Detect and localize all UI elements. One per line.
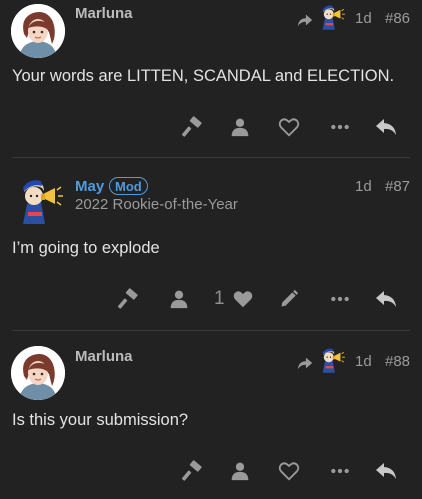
- edit-button[interactable]: [274, 284, 304, 314]
- may-avatar: [316, 345, 346, 375]
- reply-icon: [374, 287, 398, 311]
- hammer-icon: [182, 460, 204, 482]
- user-button[interactable]: [225, 112, 255, 142]
- user-icon: [230, 117, 250, 137]
- ellipsis-icon: [330, 461, 350, 481]
- reply-to-indicator[interactable]: [296, 345, 352, 381]
- ellipsis-icon: [330, 289, 350, 309]
- like-button[interactable]: [274, 456, 304, 486]
- user-button[interactable]: [164, 284, 194, 314]
- post-number[interactable]: #88: [385, 353, 410, 370]
- flag-button[interactable]: [114, 284, 144, 314]
- share-arrow-icon: [296, 354, 314, 372]
- user-icon: [169, 289, 189, 309]
- more-button[interactable]: [325, 112, 355, 142]
- pencil-icon: [279, 289, 299, 309]
- like-button[interactable]: [228, 284, 258, 314]
- post-88: Marluna 1d #88 Is this your submission?: [0, 331, 422, 499]
- post-87: May Mod 2022 Rookie-of-the-Year 1d #87 I…: [0, 158, 422, 330]
- heart-outline-icon: [278, 116, 300, 138]
- more-button[interactable]: [325, 284, 355, 314]
- flag-button[interactable]: [178, 456, 208, 486]
- post-number[interactable]: #87: [385, 178, 410, 195]
- share-arrow-icon: [296, 11, 314, 29]
- avatar[interactable]: [11, 174, 65, 228]
- reply-to-indicator[interactable]: [296, 2, 352, 38]
- post-content: Is this your submission?: [12, 411, 189, 429]
- more-button[interactable]: [325, 456, 355, 486]
- username[interactable]: Marluna: [75, 348, 133, 365]
- reply-button[interactable]: [371, 112, 401, 142]
- post-content: Your words are LITTEN, SCANDAL and ELECT…: [12, 67, 395, 85]
- reply-icon: [374, 115, 398, 139]
- ellipsis-icon: [330, 117, 350, 137]
- heart-filled-icon: [232, 288, 254, 310]
- reply-button[interactable]: [371, 284, 401, 314]
- post-86: Marluna 1d #86 Your words are LITTEN, SC…: [0, 0, 422, 158]
- post-date[interactable]: 1d: [355, 10, 372, 27]
- may-avatar: [316, 2, 346, 32]
- mod-badge: Mod: [109, 177, 148, 195]
- post-date[interactable]: 1d: [355, 178, 372, 195]
- post-number[interactable]: #86: [385, 10, 410, 27]
- hammer-icon: [182, 116, 204, 138]
- user-title: 2022 Rookie-of-the-Year: [75, 196, 238, 213]
- post-content: I’m going to explode: [12, 239, 160, 257]
- heart-outline-icon: [278, 460, 300, 482]
- avatar[interactable]: [11, 4, 65, 58]
- like-button[interactable]: [274, 112, 304, 142]
- like-count[interactable]: 1: [214, 288, 225, 310]
- post-date[interactable]: 1d: [355, 353, 372, 370]
- username[interactable]: Marluna: [75, 5, 133, 22]
- user-button[interactable]: [225, 456, 255, 486]
- avatar[interactable]: [11, 346, 65, 400]
- user-icon: [230, 461, 250, 481]
- reply-button[interactable]: [371, 456, 401, 486]
- username[interactable]: May: [75, 178, 104, 195]
- hammer-icon: [118, 288, 140, 310]
- flag-button[interactable]: [178, 112, 208, 142]
- reply-icon: [374, 459, 398, 483]
